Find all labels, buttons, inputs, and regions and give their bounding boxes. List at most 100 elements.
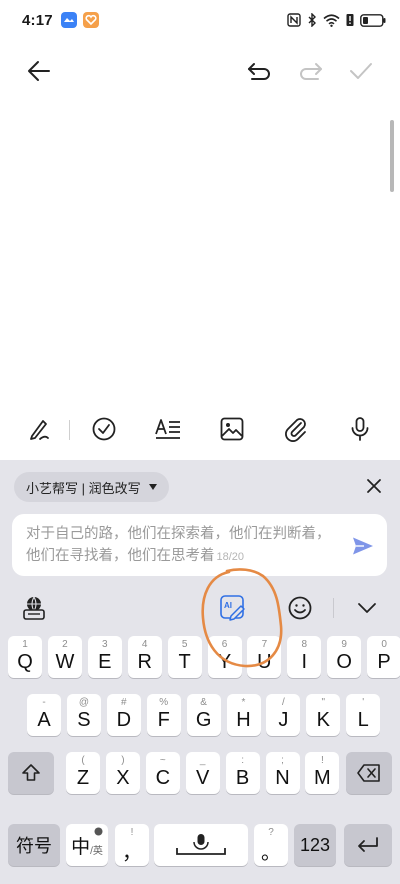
- key-label: O: [336, 650, 352, 673]
- ai-writing-input[interactable]: 对于自己的路，他们在探索着，他们在判断着，他们在寻找着，他们在思考着 18/20: [12, 514, 387, 576]
- collapse-keyboard-button[interactable]: [353, 594, 381, 622]
- key-hint: /: [282, 697, 285, 708]
- text-style-button[interactable]: [153, 414, 183, 444]
- key-label: V: [196, 766, 210, 789]
- key-hint: &: [200, 697, 207, 708]
- key-l[interactable]: ' L: [346, 694, 381, 736]
- key-t[interactable]: 5T: [167, 636, 202, 678]
- key-hint: !: [321, 755, 324, 766]
- backspace-key[interactable]: [346, 752, 392, 794]
- backspace-icon: [357, 764, 380, 782]
- key-z[interactable]: (Z: [66, 752, 100, 794]
- key-label: F: [157, 708, 170, 731]
- key-label: D: [116, 708, 132, 731]
- ai-label: AI: [224, 601, 232, 610]
- key-v[interactable]: _ V: [185, 752, 220, 794]
- nfc-icon: [287, 13, 301, 27]
- key-hint: !: [130, 827, 134, 838]
- key-w[interactable]: 2W: [47, 636, 82, 678]
- shift-key[interactable]: [8, 752, 54, 794]
- close-ai-panel-button[interactable]: [362, 474, 386, 498]
- language-switch-key[interactable]: 中/英: [66, 824, 108, 866]
- key-hint: (: [81, 755, 85, 766]
- scrollbar[interactable]: [390, 120, 394, 192]
- key-hint: -: [42, 697, 46, 708]
- attachment-button[interactable]: [281, 414, 311, 444]
- comma-key[interactable]: !，: [115, 824, 149, 866]
- key-i[interactable]: 8I: [287, 636, 322, 678]
- ai-write-button[interactable]: AI: [219, 594, 247, 622]
- chevron-down-icon: [358, 603, 376, 613]
- key-c[interactable]: ~ C: [145, 752, 180, 794]
- handwriting-button[interactable]: [24, 414, 54, 444]
- key-o[interactable]: 9O: [327, 636, 362, 678]
- key-label: Y: [217, 650, 232, 673]
- redo-icon: [300, 63, 322, 80]
- space-key[interactable]: [154, 824, 248, 866]
- ai-writing-mode-dropdown[interactable]: 小艺帮写 | 润色改写: [14, 472, 169, 502]
- key-j[interactable]: / J: [266, 694, 301, 736]
- arrow-left-icon: [28, 61, 50, 81]
- key-hint: 6: [221, 639, 228, 650]
- key-f[interactable]: % F: [146, 694, 181, 736]
- key-label: H: [236, 708, 251, 731]
- enter-key[interactable]: [344, 824, 392, 866]
- globe-icon: [94, 827, 103, 836]
- bluetooth-icon: [307, 13, 317, 27]
- key-p[interactable]: 0P: [367, 636, 400, 678]
- status-bar: 4:17: [0, 0, 400, 40]
- undo-button[interactable]: [244, 56, 274, 86]
- key-r[interactable]: 4R: [127, 636, 162, 678]
- checklist-button[interactable]: [89, 414, 119, 444]
- key-hint: 0: [381, 639, 387, 650]
- key-label: ，: [122, 841, 142, 864]
- symbol-key[interactable]: 符号: [8, 824, 60, 866]
- confirm-button[interactable]: [346, 56, 376, 86]
- lang-key-sub: /英: [90, 845, 103, 857]
- cloud-app-icon: [60, 12, 77, 28]
- key-hint: 1: [22, 639, 28, 650]
- key-y[interactable]: 6Y: [207, 636, 242, 678]
- key-u[interactable]: 7U: [247, 636, 282, 678]
- keyboard-tool-row: AI: [0, 588, 400, 628]
- key-label: 123: [299, 834, 331, 855]
- key-k[interactable]: " K: [306, 694, 341, 736]
- key-s[interactable]: @ S: [66, 694, 101, 736]
- checkmark-icon: [350, 63, 372, 79]
- key-hint: #: [121, 697, 127, 708]
- key-m[interactable]: ! M: [305, 752, 340, 794]
- key-label: K: [316, 708, 330, 731]
- key-label: X: [116, 766, 130, 789]
- key-hint: :: [241, 755, 244, 766]
- period-key[interactable]: ?。: [254, 824, 288, 866]
- wifi-icon: [323, 13, 340, 27]
- key-hint: ?: [268, 827, 274, 838]
- key-a[interactable]: -A: [27, 694, 61, 736]
- key-q[interactable]: 1Q: [8, 636, 42, 678]
- key-x[interactable]: ) X: [105, 752, 140, 794]
- char-count: 18/20: [216, 551, 245, 563]
- back-button[interactable]: [24, 56, 54, 86]
- key-b[interactable]: :B: [225, 752, 260, 794]
- key-n[interactable]: ; N: [265, 752, 300, 794]
- image-icon: [220, 417, 244, 441]
- emoji-icon: [288, 596, 312, 620]
- send-button[interactable]: [351, 534, 375, 558]
- key-g[interactable]: & G: [186, 694, 221, 736]
- key-hint: 3: [102, 639, 108, 650]
- redo-button[interactable]: [296, 56, 326, 86]
- handwriting-icon: [30, 420, 49, 440]
- key-d[interactable]: # D: [106, 694, 141, 736]
- shift-icon: [22, 764, 40, 781]
- image-button[interactable]: [217, 414, 247, 444]
- emoji-button[interactable]: [286, 594, 314, 622]
- number-key[interactable]: 123: [294, 824, 336, 866]
- key-hint: 9: [341, 639, 347, 650]
- key-hint: %: [159, 697, 169, 708]
- voice-input-button[interactable]: [345, 414, 375, 444]
- keyboard-settings-button[interactable]: [20, 594, 48, 622]
- key-h[interactable]: * H: [226, 694, 261, 736]
- key-hint: 8: [301, 639, 308, 650]
- key-e[interactable]: 3E: [87, 636, 122, 678]
- key-label: W: [55, 650, 75, 673]
